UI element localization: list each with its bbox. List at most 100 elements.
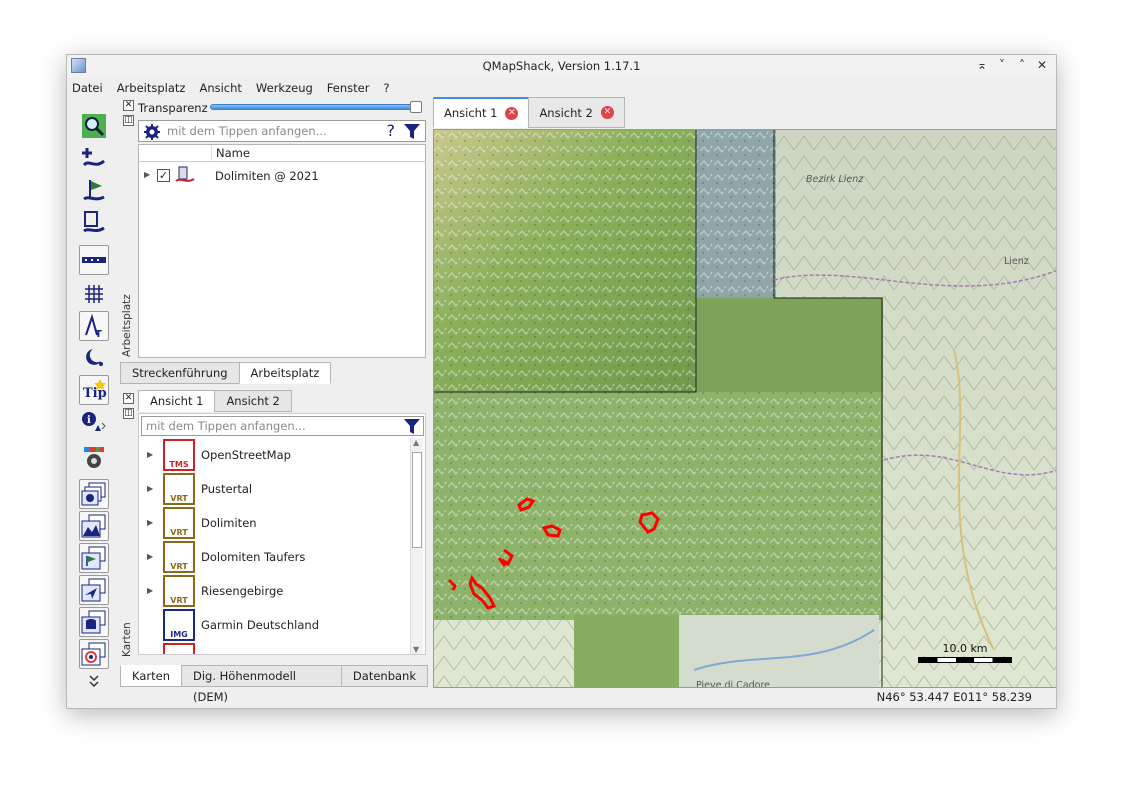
minimize-button[interactable]: ˅ — [994, 57, 1010, 73]
database-dock-icon[interactable] — [79, 607, 109, 637]
tab-arbeitsplatz[interactable]: Arbeitsplatz — [238, 362, 332, 384]
tip-icon[interactable]: Tip — [79, 375, 109, 405]
workspace-panel: ✕ ◫ Arbeitsplatz Transparenz mit dem Tip… — [120, 99, 427, 384]
vrt-map-icon: VRT — [163, 575, 195, 607]
close-dock-icon[interactable]: ✕ — [123, 100, 134, 111]
cursor-coordinates: N46° 53.447 E011° 58.239 — [876, 690, 1032, 704]
map-item[interactable]: IMG Garmin Deutschland — [139, 608, 425, 642]
project-checkbox[interactable]: ✓ — [157, 169, 170, 182]
close-dock-icon[interactable]: ✕ — [123, 393, 134, 404]
expand-arrow-icon[interactable]: ▶ — [147, 518, 153, 527]
close-window-button[interactable]: ✕ — [1034, 57, 1050, 73]
info-icon[interactable]: i — [79, 407, 109, 437]
workspace-vertical-label: Arbeitsplatz — [121, 294, 133, 357]
scale-label: 10.0 km — [942, 642, 988, 655]
transparency-label: Transparenz — [138, 101, 208, 115]
tms-map-icon: TMS — [163, 439, 195, 471]
menu-ansicht[interactable]: Ansicht — [194, 79, 246, 97]
add-waypoint-icon[interactable] — [79, 143, 109, 173]
maximize-button[interactable]: ˄ — [1014, 57, 1030, 73]
project-row[interactable]: ▶ ✓ Dolimiten @ 2021 — [139, 165, 425, 187]
realtime-dock-icon[interactable] — [79, 639, 109, 669]
map-item[interactable]: ▶ VRT Riesengebirge — [139, 574, 425, 608]
map-name: Dolimiten — [201, 516, 257, 530]
maps-bottom-tabs: Karten Dig. Höhenmodell (DEM) Datenbank — [120, 665, 428, 704]
map-item[interactable] — [139, 642, 425, 654]
workspace-dock-icon[interactable] — [79, 543, 109, 573]
menu-arbeitsplatz[interactable]: Arbeitsplatz — [112, 79, 191, 97]
close-view-icon[interactable]: ✕ — [600, 106, 614, 119]
map-name: Dolomiten Taufers — [201, 550, 306, 564]
expand-arrow-icon[interactable]: ▶ — [147, 450, 153, 459]
map-view-area: Ansicht 1 ✕ Ansicht 2 ✕ Bezirk Lienz Lie… — [433, 97, 1056, 688]
transparency-slider[interactable] — [210, 101, 422, 113]
svg-text:T: T — [95, 329, 102, 339]
map-render — [434, 130, 1056, 687]
slider-handle[interactable] — [410, 101, 422, 113]
map-name: Garmin Deutschland — [201, 618, 319, 632]
tms-map-icon — [163, 643, 195, 654]
expand-arrow-icon[interactable]: ▶ — [147, 484, 153, 493]
close-view-icon[interactable]: ✕ — [505, 106, 519, 120]
tab-karten[interactable]: Karten — [120, 665, 182, 687]
tab-datenbank[interactable]: Datenbank — [340, 665, 428, 687]
column-name[interactable]: Name — [216, 146, 250, 160]
menu-fenster[interactable]: Fenster — [322, 79, 375, 97]
float-dock-icon[interactable]: ◫ — [123, 408, 134, 419]
filter-icon[interactable] — [403, 123, 421, 140]
map-canvas[interactable]: Bezirk Lienz Lienz Pieve di Cadore 10.0 … — [433, 129, 1056, 688]
scale-bar: 10.0 km — [918, 642, 1012, 663]
map-list: mit dem Tippen anfangen... ▶ TMS OpenStr… — [138, 413, 426, 655]
menu-help[interactable]: ? — [378, 79, 394, 97]
settings-icon[interactable] — [79, 443, 109, 473]
map-item[interactable]: ▶ VRT Pustertal — [139, 472, 425, 506]
map-list-scrollbar[interactable]: ▲ ▼ — [410, 438, 423, 654]
status-bar: N46° 53.447 E011° 58.239 — [67, 686, 1056, 708]
view-tabs: Ansicht 1 ✕ Ansicht 2 ✕ — [433, 97, 625, 128]
scale-strip — [918, 657, 1012, 663]
add-route-icon[interactable] — [79, 207, 109, 237]
float-dock-icon[interactable]: ◫ — [123, 115, 134, 126]
vrt-map-icon: VRT — [163, 541, 195, 573]
workspace-search[interactable]: mit dem Tippen anfangen... ? — [138, 120, 426, 142]
title-bar: QMapShack, Version 1.17.1 ⌅ ˅ ˄ ✕ — [67, 55, 1056, 77]
map-item[interactable]: ▶ VRT Dolomiten Taufers — [139, 540, 425, 574]
map-item[interactable]: ▶ TMS OpenStreetMap — [139, 438, 425, 472]
scroll-thumb[interactable] — [412, 452, 422, 548]
maps-vertical-label: Karten — [121, 622, 133, 657]
maps-search-placeholder: mit dem Tippen anfangen... — [146, 419, 306, 433]
view-tab-label: Ansicht 2 — [539, 105, 593, 120]
expand-arrow-icon[interactable]: ▶ — [147, 586, 153, 595]
main-window: QMapShack, Version 1.17.1 ⌅ ˅ ˄ ✕ Datei … — [66, 54, 1057, 709]
tab-ansicht-2[interactable]: Ansicht 2 — [214, 390, 292, 412]
add-flag-icon[interactable] — [79, 175, 109, 205]
grid-icon[interactable] — [79, 279, 109, 309]
tab-dem[interactable]: Dig. Höhenmodell (DEM) — [181, 665, 342, 704]
text-tool-icon[interactable]: T — [79, 311, 109, 341]
menu-datei[interactable]: Datei — [67, 79, 108, 97]
view-tab-1[interactable]: Ansicht 1 ✕ — [433, 97, 530, 128]
map-name: OpenStreetMap — [201, 448, 291, 462]
view-tab-2[interactable]: Ansicht 2 ✕ — [528, 97, 625, 128]
tab-streckenfuehrung[interactable]: Streckenführung — [120, 362, 240, 384]
menu-werkzeug[interactable]: Werkzeug — [251, 79, 318, 97]
img-map-icon: IMG — [163, 609, 195, 641]
maps-panel: ✕ ◫ Karten Ansicht 1 Ansicht 2 mit dem T… — [120, 387, 428, 704]
map-item[interactable]: ▶ VRT Dolimiten — [139, 506, 425, 540]
window-title: QMapShack, Version 1.17.1 — [482, 59, 641, 73]
ruler-icon[interactable] — [79, 245, 109, 275]
tab-ansicht-1[interactable]: Ansicht 1 — [138, 390, 216, 412]
help-icon[interactable]: ? — [387, 121, 396, 140]
maps-search[interactable]: mit dem Tippen anfangen... — [141, 416, 424, 436]
map-dock-icon[interactable] — [79, 479, 109, 509]
place-label: Lienz — [1004, 256, 1029, 267]
tool-bar: T Tip i — [75, 99, 111, 699]
keep-above-button[interactable]: ⌅ — [974, 57, 990, 73]
expand-arrow-icon[interactable]: ▶ — [144, 170, 150, 179]
search-map-icon[interactable] — [79, 111, 109, 141]
dem-dock-icon[interactable] — [79, 511, 109, 541]
night-mode-icon[interactable] — [79, 343, 109, 373]
routing-dock-icon[interactable] — [79, 575, 109, 605]
expand-arrow-icon[interactable]: ▶ — [147, 552, 153, 561]
filter-icon[interactable] — [403, 418, 421, 435]
